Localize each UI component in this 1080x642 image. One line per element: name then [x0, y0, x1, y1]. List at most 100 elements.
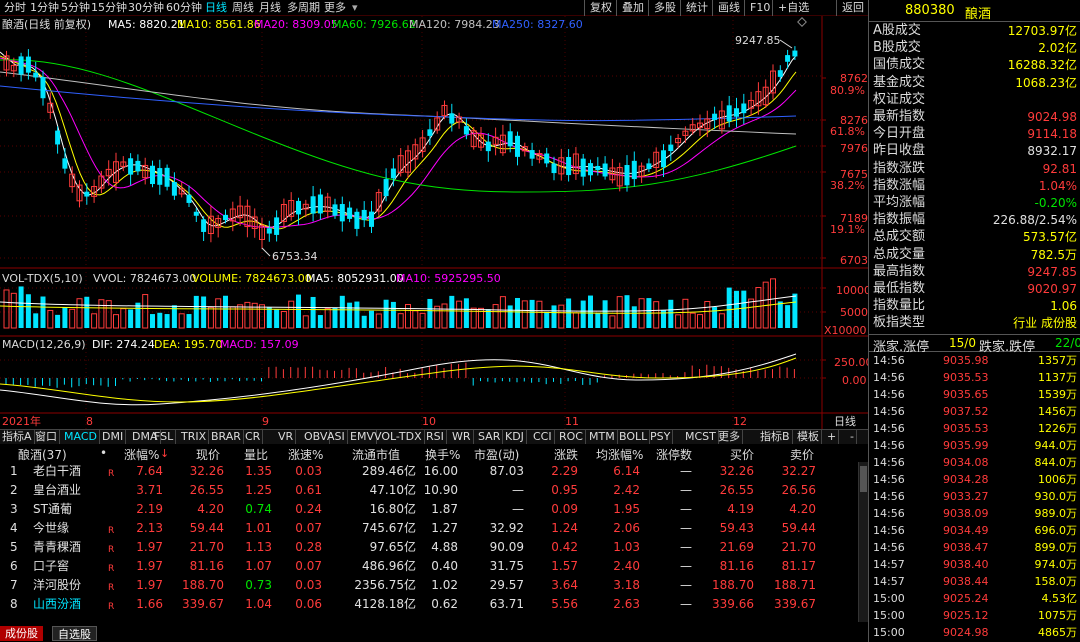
candle-body: [193, 211, 199, 216]
indicator-tab-23[interactable]: MCST: [683, 430, 719, 444]
f10-button[interactable]: F10: [744, 0, 775, 16]
indicator-tab-19[interactable]: ROC: [557, 430, 586, 444]
indicator-tab-11[interactable]: ASI: [325, 430, 348, 444]
table-row[interactable]: 1 老白干酒 R 7.64 32.26 1.35 0.03 289.46亿 16.00 87.03…: [0, 462, 858, 481]
col-speed[interactable]: 涨速%: [288, 446, 323, 463]
col-change-pct[interactable]: 涨幅%: [124, 446, 159, 463]
stat-label: B股成交: [873, 40, 921, 56]
table-row[interactable]: 6 口子窖 R 1.97 81.16 1.07 0.07 486.96亿 0.40 31.75 1.…: [0, 557, 858, 576]
indicator-tab-5[interactable]: FSL: [152, 430, 177, 444]
indicator-tab-14[interactable]: RSI: [424, 430, 447, 444]
indicator-tab-6[interactable]: TRIX: [179, 430, 210, 444]
period-tab-daily[interactable]: 日线: [205, 1, 227, 15]
volume-bar: [383, 299, 389, 328]
tab-constituents[interactable]: 成份股: [0, 626, 43, 641]
tab-favorites[interactable]: 自选股: [52, 626, 97, 641]
indicator-tab-13[interactable]: VOL-TDX: [372, 430, 425, 444]
macd-dif-line: [0, 353, 797, 406]
volume-bar: [718, 313, 725, 329]
adjust-button[interactable]: 复权: [584, 0, 617, 16]
indicator-tab-25[interactable]: 指标B: [758, 430, 793, 444]
tick-volume: 1226万: [1038, 422, 1077, 435]
indicator-tab-20[interactable]: MTM: [587, 430, 618, 444]
indicator-tab-24[interactable]: 更多: [716, 430, 743, 444]
col-change[interactable]: 涨跌: [554, 446, 578, 463]
candle-body: [785, 55, 791, 62]
kline-chart-canvas[interactable]: [0, 16, 868, 429]
indicator-tab-15[interactable]: WR: [450, 430, 474, 444]
table-row[interactable]: 8 山西汾酒 R 1.66 339.67 1.04 0.06 4128.18亿 0.62 63.7…: [0, 595, 858, 614]
period-tab-multi[interactable]: 多周期: [287, 1, 320, 15]
back-button[interactable]: 返回: [836, 0, 869, 16]
indicator-tab-21[interactable]: BOLL: [617, 430, 651, 444]
indicator-tab-9[interactable]: VR: [276, 430, 297, 444]
col-limit-up[interactable]: 涨停数: [656, 446, 692, 463]
indicator-tab-16[interactable]: SAR: [476, 430, 504, 444]
add-favorite-button[interactable]: +自选: [772, 0, 814, 16]
period-tab-monthly[interactable]: 月线: [259, 1, 281, 15]
scrollbar-thumb[interactable]: [860, 466, 867, 492]
indicator-tab-3[interactable]: DMI: [100, 430, 127, 444]
indicator-tab-8[interactable]: CR: [243, 430, 264, 444]
period-tab-more[interactable]: 更多: [324, 1, 346, 15]
col-market-cap[interactable]: 流通市值: [352, 446, 400, 463]
cell-turn: 4.88: [431, 540, 458, 554]
period-tab-5min[interactable]: 5分钟: [61, 1, 90, 15]
candle-body: [588, 163, 593, 176]
statistics-button[interactable]: 统计: [680, 0, 713, 16]
cell-name: 老白干酒: [33, 464, 82, 478]
table-row[interactable]: 7 洋河股份 R 1.97 188.70 0.73 0.03 2356.75亿 1.02 29.5…: [0, 576, 858, 595]
multi-stock-button[interactable]: 多股: [648, 0, 681, 16]
cell-bid: 188.70: [712, 578, 754, 592]
col-pe[interactable]: 市盈(动): [474, 446, 519, 463]
table-row[interactable]: 4 今世缘 R 2.13 59.44 1.01 0.07 745.67亿 1.27 32.92 1.…: [0, 519, 858, 538]
col-name[interactable]: 酿酒(37): [18, 446, 67, 463]
volume-bar: [84, 296, 90, 328]
cell-d: 0.95: [551, 483, 578, 497]
tick-volume: 974.0万: [1034, 558, 1078, 571]
kline-chart-area[interactable]: 酿酒(日线 前复权) MA5: 8820.21 MA10: 8561.86 MA…: [0, 16, 873, 429]
col-ask[interactable]: 卖价: [790, 446, 814, 463]
more-dropdown-icon[interactable]: ▾: [352, 1, 358, 15]
col-bid[interactable]: 买价: [730, 446, 754, 463]
col-turnover[interactable]: 换手%: [425, 446, 460, 463]
candle-body: [296, 200, 301, 215]
col-avg-change[interactable]: 均涨幅%: [596, 446, 643, 463]
period-tab-timeshare[interactable]: 分时: [4, 1, 26, 15]
stat-label: 基金成交: [873, 74, 926, 90]
indicator-tab-2[interactable]: MACD: [62, 430, 100, 444]
period-tab-15min[interactable]: 15分钟: [91, 1, 127, 15]
cell-lim: —: [680, 578, 692, 592]
indicator-tab-7[interactable]: BRAR: [209, 430, 244, 444]
period-tab-30min[interactable]: 30分钟: [128, 1, 164, 15]
period-tab-weekly[interactable]: 周线: [232, 1, 254, 15]
period-tab-60min[interactable]: 60分钟: [166, 1, 202, 15]
tick-time: 14:56: [873, 473, 905, 486]
col-volume-ratio[interactable]: 量比: [244, 446, 268, 463]
indicator-tab-22[interactable]: PSY: [648, 430, 674, 444]
indicator-tab-1[interactable]: 窗口: [33, 430, 60, 444]
cell-ask: 188.71: [774, 578, 816, 592]
indicator-tab-28[interactable]: -: [848, 430, 857, 444]
cell-pe: 63.71: [489, 597, 524, 611]
table-row[interactable]: 2 皇台酒业 3.71 26.55 1.25 0.61 47.10亿 10.90 — 0.95 2.…: [0, 481, 858, 500]
col-dot: •: [100, 446, 108, 460]
indicator-tab-0[interactable]: 指标A: [0, 430, 35, 444]
bottom-tabs: 成份股 自选股: [0, 624, 868, 642]
draw-line-button[interactable]: 画线: [712, 0, 745, 16]
indicator-tab-18[interactable]: CCI: [531, 430, 555, 444]
cell-d: 2.29: [551, 464, 578, 478]
table-scrollbar[interactable]: [858, 462, 868, 622]
col-price[interactable]: 现价: [196, 446, 220, 463]
volume-bar: [150, 314, 155, 328]
indicator-tab-26[interactable]: 模板: [795, 430, 822, 444]
overlay-button[interactable]: 叠加: [616, 0, 649, 16]
volume-bar: [434, 305, 441, 329]
indicator-tab-17[interactable]: KDJ: [503, 430, 527, 444]
indicator-tab-27[interactable]: +: [825, 430, 840, 444]
table-row[interactable]: 5 青青稞酒 R 1.97 21.70 1.13 0.28 97.65亿 4.88 90.09 0.…: [0, 538, 858, 557]
high-annotation: 9247.85: [735, 34, 781, 47]
table-row[interactable]: 3 ST通葡 2.19 4.20 0.74 0.24 16.80亿 1.87 — 0.09 1.95…: [0, 500, 858, 519]
legend-ma20: MA20: 8309.05: [254, 18, 338, 31]
period-tab-1min[interactable]: 1分钟: [30, 1, 59, 15]
